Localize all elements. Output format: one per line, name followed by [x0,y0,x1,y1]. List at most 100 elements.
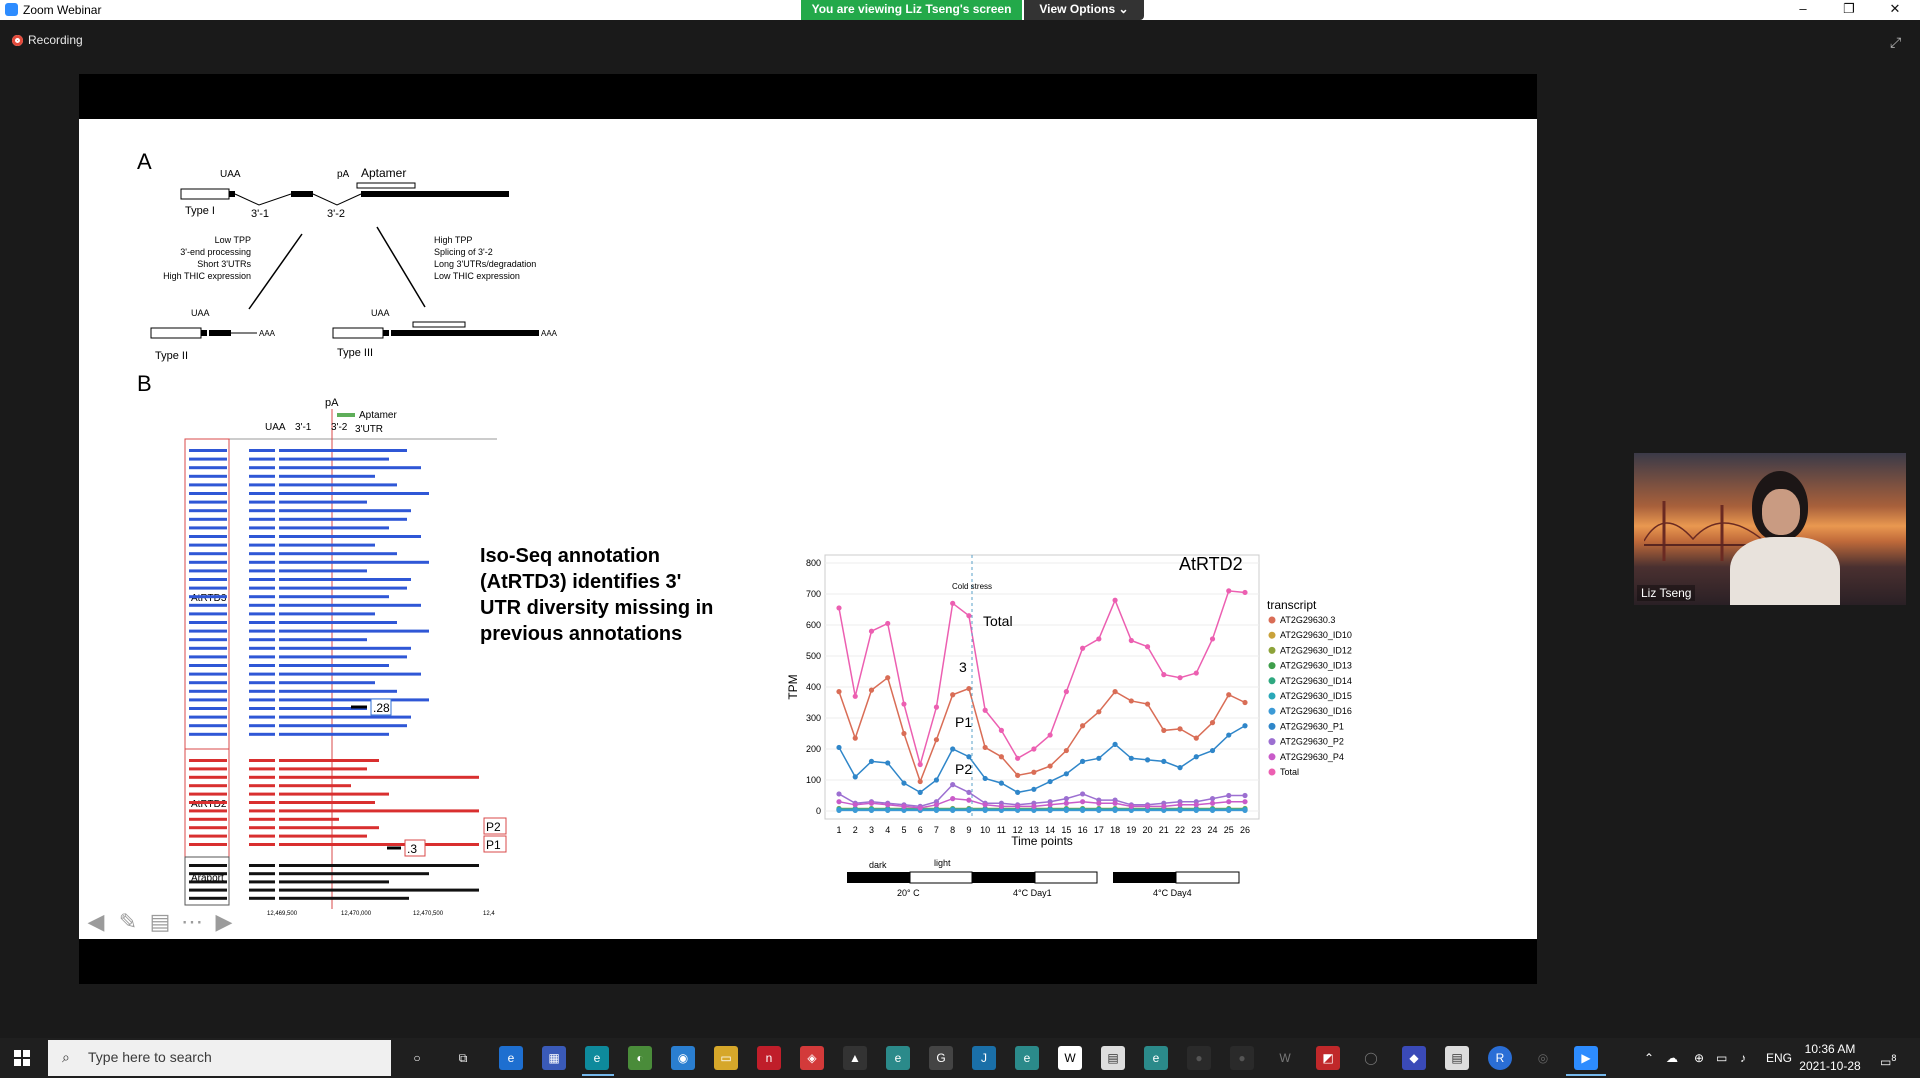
left-notes: Low TPP 3'-end processing Short 3'UTRs H… [163,235,251,281]
exon-block [279,664,389,667]
app-icon[interactable]: ◩ [1316,1046,1340,1070]
ie-browser-icon[interactable]: e [499,1046,523,1070]
task-view-icon[interactable]: ⧉ [451,1046,475,1070]
notification-icon[interactable]: ▭8 [1880,1038,1896,1078]
taskbar-clock[interactable]: 10:36 AM 2021-10-28 [1790,1041,1870,1075]
back-arrow-icon[interactable]: ◀ [82,908,110,936]
tray-chevron-icon[interactable]: ⌃ [1644,1038,1654,1078]
globe-icon[interactable]: ◉ [671,1046,695,1070]
exon-block [279,732,389,736]
x-tick-label: 4 [885,825,890,835]
app-icon[interactable]: ◆ [1402,1046,1426,1070]
cortana-icon[interactable]: ○ [405,1046,429,1070]
exon-block [189,801,227,804]
legend-label: AT2G29630_P1 [1280,721,1344,731]
exon-block [279,896,409,900]
exon-block [279,784,351,788]
exon-block [189,872,227,876]
app-icon[interactable]: ● [1230,1046,1254,1070]
data-point [1080,799,1086,805]
data-point [1112,800,1118,806]
recording-indicator[interactable]: Recording [12,33,83,47]
data-point [836,689,842,695]
exon-block [279,603,421,607]
app-icon[interactable]: G [929,1046,953,1070]
exon-block [189,707,227,710]
axis-tick: 12,469,500 [267,911,298,917]
restore-button[interactable]: ❐ [1826,0,1872,20]
y-tick-label: 300 [806,713,821,723]
legend-swatch [1268,646,1276,654]
r-icon[interactable]: R [1488,1046,1512,1070]
app-icon[interactable]: e [1144,1046,1168,1070]
graduation-cap-icon[interactable]: ▲ [843,1046,867,1070]
forward-arrow-icon[interactable]: ▶ [210,908,238,936]
close-button[interactable]: ✕ [1872,0,1918,20]
exon-block [189,689,227,693]
right-notes: High TPP Splicing of 3'-2 Long 3'UTRs/de… [434,235,536,281]
exon-block [279,864,479,867]
app-icon[interactable]: n [757,1046,781,1070]
data-point [966,685,972,692]
data-point [852,774,858,780]
taskbar-search-box[interactable]: ⌕ Type here to search [48,1040,391,1076]
fullscreen-icon[interactable]: ⤢ [1890,34,1906,50]
view-options-button[interactable]: View Options ⌄ [1024,0,1144,20]
data-point [1144,701,1151,707]
app-icon[interactable]: ▦ [542,1046,566,1070]
viewing-banner: You are viewing Liz Tseng's screen [801,0,1022,20]
slide-figure: A UAA pA Aptamer Type I 3'-1 3'-2 Low TP… [137,149,1352,917]
volume-icon[interactable]: ♪ [1740,1038,1746,1078]
app-icon[interactable]: W [1273,1046,1297,1070]
pen-icon[interactable]: ✎ [114,908,142,936]
app-icon[interactable]: ◐ [628,1046,652,1070]
exon-block [189,638,227,642]
more-icon[interactable]: ⋯ [178,908,206,936]
y-tick-label: 0 [816,806,821,816]
data-point [1242,792,1248,799]
exon-block [279,880,389,884]
edge-browser-icon[interactable]: e [585,1046,609,1070]
windows-start-icon[interactable] [14,1050,30,1066]
legend-label: AT2G29630_ID12 [1280,645,1352,655]
exon-block [189,759,227,762]
slides-icon[interactable]: ▤ [146,908,174,936]
exon-block [189,664,227,667]
data-point [1080,791,1086,797]
participant-name: Liz Tseng [1637,585,1696,601]
app-icon[interactable]: ◎ [1531,1046,1555,1070]
y-tick-label: 600 [806,620,821,630]
file-explorer-icon[interactable]: ▭ [714,1046,738,1070]
data-point [1047,807,1053,813]
language-indicator[interactable]: ENG [1766,1038,1792,1078]
onedrive-icon[interactable]: ☁ [1666,1038,1678,1078]
data-point [933,777,940,783]
x-tick-label: 22 [1175,825,1185,835]
app-icon[interactable]: ● [1187,1046,1211,1070]
network-icon[interactable]: ▭ [1716,1038,1727,1078]
participant-video[interactable]: Liz Tseng [1634,453,1906,605]
exon-block [189,767,227,771]
data-point [950,600,956,606]
app-icon[interactable]: e [1015,1046,1039,1070]
app-icon[interactable]: ◈ [800,1046,824,1070]
app-icon[interactable]: e [886,1046,910,1070]
zoom-icon[interactable]: ▶ [1574,1046,1598,1070]
exon-block [189,864,227,867]
exon-block [279,449,407,452]
minimize-button[interactable]: – [1780,0,1826,20]
exon-block [189,896,227,900]
app-icon[interactable]: ▤ [1445,1046,1469,1070]
exon-block [249,655,275,659]
exon-block [279,655,407,659]
data-point [868,687,875,693]
app-icon[interactable]: ▤ [1101,1046,1125,1070]
app-icon[interactable]: J [972,1046,996,1070]
word-icon[interactable]: W [1058,1046,1082,1070]
exon-block [189,655,227,659]
exon-block [279,817,339,821]
bluetooth-icon[interactable]: ⊕ [1694,1038,1704,1078]
uaa-label: UAA [265,422,286,433]
exon-block [189,888,227,892]
github-icon[interactable]: ◯ [1359,1046,1383,1070]
